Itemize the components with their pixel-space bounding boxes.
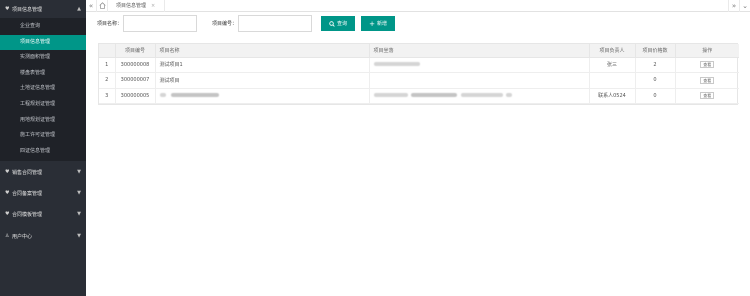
project-name: 测试项目1 xyxy=(155,57,370,73)
chevron-down-icon: ▼ xyxy=(77,169,81,176)
sidebar-group-label: 项目信息管理 xyxy=(12,6,43,13)
heart-icon: ♥ xyxy=(5,190,10,197)
double-chevron-right-icon: » xyxy=(731,2,737,10)
action-cell: 查看 xyxy=(675,88,739,104)
project-code: 300000005 xyxy=(115,88,156,104)
column-header[interactable]: 项目名称 xyxy=(155,44,370,58)
home-tab[interactable] xyxy=(97,0,108,12)
action-cell: 查看 xyxy=(675,72,739,89)
sidebar-group-contract-filing[interactable]: ♥ 合同备案管理 ▼ xyxy=(0,184,86,202)
row-index: 2 xyxy=(99,72,116,89)
chevron-up-icon: ▲ xyxy=(77,6,81,12)
heart-icon: ♥ xyxy=(5,211,10,218)
sidebar-group-project-info[interactable]: ♥ 项目信息管理 ▲ xyxy=(0,0,86,18)
sidebar: ♥ 项目信息管理 ▲ 企业查询 项目信息管理 实测面积管理 楼盘表管理 土地证信… xyxy=(0,0,86,296)
project-address-redacted xyxy=(369,57,590,73)
column-header[interactable]: 项目坐落 xyxy=(369,44,590,58)
project-code: 300000007 xyxy=(115,72,156,89)
view-button[interactable]: 查看 xyxy=(700,92,715,100)
project-name: 测试项目 xyxy=(155,72,370,89)
column-header[interactable]: 项目编号 xyxy=(115,44,156,58)
sidebar-item-construction-permit[interactable]: 施工许可证管理 xyxy=(0,128,86,144)
action-cell: 查看 xyxy=(675,57,739,73)
tab-menu-button[interactable]: ⌄ xyxy=(739,0,750,12)
sidebar-group-sales-contract[interactable]: ♥ 销售合同管理 ▼ xyxy=(0,163,86,181)
sidebar-group-user-center[interactable]: ♙ 用户中心 ▼ xyxy=(0,227,86,245)
project-count: 0 xyxy=(635,72,676,89)
chevron-down-icon: ▼ xyxy=(77,233,81,240)
add-button-label: 新增 xyxy=(376,21,387,27)
heart-icon: ♥ xyxy=(5,169,10,176)
row-index: 1 xyxy=(99,57,116,73)
project-address xyxy=(369,72,590,89)
sidebar-item-measured-area[interactable]: 实测面积管理 xyxy=(0,50,86,66)
sidebar-group-label: 用户中心 xyxy=(12,233,33,240)
scroll-right-button[interactable]: » xyxy=(728,0,739,12)
project-code: 300000008 xyxy=(115,57,156,73)
sidebar-item-land-cert[interactable]: 土地证信息管理 xyxy=(0,81,86,97)
sidebar-item-project-info[interactable]: 项目信息管理 xyxy=(0,34,86,51)
home-icon xyxy=(98,2,106,9)
close-icon[interactable]: × xyxy=(151,3,155,9)
add-button[interactable]: + 新增 xyxy=(361,16,396,31)
project-manager: 联系人0524 xyxy=(589,88,636,104)
sidebar-item-engineering-plan[interactable]: 工程规划证管理 xyxy=(0,97,86,113)
project-manager xyxy=(589,72,636,89)
row-index: 3 xyxy=(99,88,116,104)
sidebar-item-building-table[interactable]: 楼盘表管理 xyxy=(0,66,86,82)
table-row[interactable]: 2 300000007 测试项目 0 查看 xyxy=(99,72,739,89)
sidebar-submenu: 企业查询 项目信息管理 实测面积管理 楼盘表管理 土地证信息管理 工程规划证管理… xyxy=(0,18,86,162)
column-header xyxy=(99,44,116,58)
project-count: 2 xyxy=(635,57,676,73)
query-button-label: 查询 xyxy=(337,21,348,27)
view-button[interactable]: 查看 xyxy=(700,61,715,69)
table-header-row: 项目编号 项目名称 项目坐落 项目负责人 项目价格数 操作 xyxy=(99,44,739,58)
column-header[interactable]: 项目负责人 xyxy=(589,44,636,58)
main-content: 项目名称： 项目编号： 查询 + 新增 项目编号 项目名称 项目坐落 项目负责人… xyxy=(86,12,750,296)
chevron-down-icon: ⌄ xyxy=(742,2,748,10)
sidebar-group-contract-template[interactable]: ♥ 合同模板管理 ▼ xyxy=(0,205,86,223)
sidebar-item-company-query[interactable]: 企业查询 xyxy=(0,19,86,35)
tab-project-info[interactable]: 项目信息管理 × xyxy=(108,0,166,12)
project-name-input[interactable] xyxy=(123,15,198,32)
project-code-label: 项目编号： xyxy=(212,21,238,27)
chevron-down-icon: ▼ xyxy=(77,211,81,218)
user-icon: ♙ xyxy=(5,233,10,240)
plus-icon: + xyxy=(369,19,375,28)
search-icon xyxy=(329,20,335,27)
tab-label: 项目信息管理 xyxy=(116,3,147,9)
tab-bar: « 项目信息管理 × » ⌄ xyxy=(86,0,750,12)
project-code-input[interactable] xyxy=(238,15,313,32)
project-name-label: 项目名称： xyxy=(97,21,123,27)
project-table: 项目编号 项目名称 项目坐落 项目负责人 项目价格数 操作 1 30000000… xyxy=(98,43,739,105)
project-name-redacted xyxy=(155,88,370,104)
column-header[interactable]: 项目价格数 xyxy=(635,44,676,58)
table-row[interactable]: 3 300000005 联系人0524 0 查看 xyxy=(99,88,739,104)
query-button[interactable]: 查询 xyxy=(321,16,356,31)
heart-icon: ♥ xyxy=(5,6,10,12)
project-address-redacted xyxy=(369,88,590,104)
tab-bar-right: » ⌄ xyxy=(728,0,750,12)
scroll-left-button[interactable]: « xyxy=(86,0,97,12)
search-bar: 项目名称： 项目编号： 查询 + 新增 xyxy=(97,15,396,32)
chevron-down-icon: ▼ xyxy=(77,190,81,197)
sidebar-item-land-plan[interactable]: 用地规划证管理 xyxy=(0,113,86,129)
sidebar-group-label: 合同模板管理 xyxy=(12,211,43,218)
table-row[interactable]: 1 300000008 测试项目1 张三 2 查看 xyxy=(99,57,739,73)
sidebar-group-label: 合同备案管理 xyxy=(12,190,43,197)
double-chevron-left-icon: « xyxy=(88,1,94,10)
project-count: 0 xyxy=(635,88,676,104)
sidebar-group-label: 销售合同管理 xyxy=(12,169,43,176)
view-button[interactable]: 查看 xyxy=(700,76,715,84)
column-header: 操作 xyxy=(675,44,739,58)
project-manager: 张三 xyxy=(589,57,636,73)
sidebar-item-four-certs[interactable]: 四证信息管理 xyxy=(0,144,86,160)
